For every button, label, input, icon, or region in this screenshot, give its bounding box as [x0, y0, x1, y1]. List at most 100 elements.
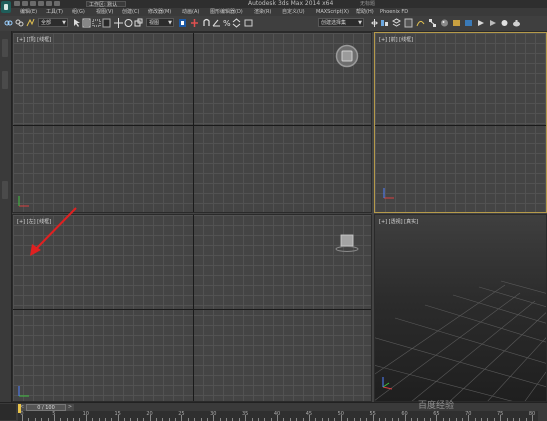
menu-edit[interactable]: 编辑(E) — [20, 8, 37, 16]
viewport-left[interactable]: [+] [左] [线框] — [12, 214, 372, 402]
workspace-dropdown[interactable]: 工作区: 默认 — [86, 1, 126, 8]
layer-manager-icon[interactable] — [392, 18, 401, 28]
bind-space-warp-icon[interactable] — [26, 18, 35, 28]
rendered-frame-window-icon[interactable] — [464, 18, 473, 28]
new-file-icon[interactable] — [14, 1, 20, 6]
mirror-icon[interactable] — [370, 18, 379, 28]
axis-tripod-icon — [381, 185, 397, 205]
render-iterative-icon[interactable] — [488, 18, 497, 28]
unlink-icon[interactable] — [15, 18, 24, 28]
menu-rendering[interactable]: 渲染(R) — [254, 8, 271, 16]
material-editor-icon[interactable] — [440, 18, 449, 28]
grid-axis-horizontal — [375, 125, 546, 126]
viewport-grid — [13, 215, 371, 401]
maxscript-listener-button[interactable] — [0, 404, 16, 420]
select-move-icon[interactable] — [114, 18, 123, 28]
select-object-icon[interactable] — [72, 18, 81, 28]
time-slider[interactable]: 0 / 100 — [26, 404, 66, 411]
named-selection-dropdown[interactable]: 创建选择集 ▼ — [318, 18, 364, 27]
viewport-grid — [13, 33, 371, 212]
main-toolbar: 全部 ▼ 视图 ▼ % 创建选择集 ▼ — [0, 16, 547, 32]
render-setup-icon[interactable] — [452, 18, 461, 28]
link-icon[interactable] — [4, 18, 13, 28]
curve-editor-icon[interactable] — [416, 18, 425, 28]
svg-text:%: % — [223, 19, 231, 28]
watermark: 百度经验 — [418, 401, 455, 411]
project-folder-icon[interactable] — [54, 1, 60, 6]
reference-coord-value: 视图 — [149, 20, 160, 26]
pivot-center-icon[interactable] — [178, 18, 187, 28]
undo-icon[interactable] — [38, 1, 44, 6]
strip-tab[interactable] — [2, 39, 8, 57]
align-icon[interactable] — [380, 18, 389, 28]
chevron-down-icon: ▼ — [62, 20, 66, 26]
spinner-snap-icon[interactable] — [232, 18, 241, 28]
selection-filter-value: 全部 — [41, 20, 52, 26]
viewport-label-perspective[interactable]: [+] [透视] [真实] — [379, 218, 418, 225]
timeline-tick-label: 45 — [305, 411, 313, 417]
3ds-max-window: 工作区: 默认 Autodesk 3ds Max 2014 x64 无标题 编辑… — [0, 0, 547, 421]
select-by-name-icon[interactable] — [82, 18, 91, 28]
timeline-tick-label: 75 — [496, 411, 504, 417]
menu-phoenix-fd[interactable]: Phoenix FD — [380, 8, 408, 16]
edit-named-selection-icon[interactable] — [244, 18, 253, 28]
reference-coord-dropdown[interactable]: 视图 ▼ — [146, 18, 174, 27]
menu-bar: 编辑(E) 工具(T) 组(G) 视图(V) 创建(C) 修改器(M) 动画(A… — [0, 8, 547, 16]
timeline-tick-label: 60 — [401, 411, 408, 417]
rectangular-selection-icon[interactable] — [92, 18, 101, 28]
percent-snap-icon[interactable]: % — [222, 18, 231, 28]
schematic-view-icon[interactable] — [428, 18, 437, 28]
view-cube-icon[interactable] — [335, 231, 359, 253]
axis-tripod-icon — [17, 383, 31, 401]
selection-filter-dropdown[interactable]: 全部 ▼ — [38, 18, 68, 27]
viewport-label-front[interactable]: [+] [前] [线框] — [379, 36, 413, 43]
menu-graph-editors[interactable]: 图形编辑器(D) — [210, 8, 243, 16]
perspective-grid — [375, 280, 546, 401]
select-rotate-icon[interactable] — [124, 18, 133, 28]
redo-icon[interactable] — [46, 1, 52, 6]
viewport-label-left[interactable]: [+] [左] [线框] — [17, 218, 51, 225]
left-command-strip — [0, 31, 12, 405]
menu-views[interactable]: 视图(V) — [96, 8, 113, 16]
view-cube-icon[interactable] — [335, 44, 359, 68]
menu-group[interactable]: 组(G) — [72, 8, 85, 16]
viewport-top[interactable]: [+] [顶] [线框] — [12, 32, 372, 213]
snaps-toggle-icon[interactable] — [202, 18, 211, 28]
strip-tab[interactable] — [2, 181, 8, 199]
save-file-icon[interactable] — [30, 1, 36, 6]
teapot-render-icon[interactable] — [512, 18, 521, 28]
window-title: Autodesk 3ds Max 2014 x64 — [248, 0, 334, 7]
angle-snap-icon[interactable] — [212, 18, 221, 28]
select-scale-icon[interactable] — [134, 18, 143, 28]
menu-customize[interactable]: 自定义(U) — [282, 8, 305, 16]
playhead[interactable] — [18, 404, 21, 413]
graphite-tools-icon[interactable] — [404, 18, 413, 28]
menu-help[interactable]: 帮助(H) — [356, 8, 374, 16]
time-slider-next[interactable]: > — [66, 404, 74, 411]
3ds-max-logo-icon[interactable] — [1, 1, 11, 13]
axis-tripod-icon — [17, 193, 31, 212]
menu-maxscript[interactable]: MAXScript(X) — [316, 8, 349, 16]
open-file-icon[interactable] — [22, 1, 28, 6]
timeline-tick-label: 10 — [82, 411, 89, 417]
chevron-down-icon: ▼ — [168, 20, 172, 26]
menu-modifiers[interactable]: 修改器(M) — [148, 8, 171, 16]
activeshade-icon[interactable] — [500, 18, 509, 28]
menu-tools[interactable]: 工具(T) — [46, 8, 63, 16]
viewport-perspective[interactable]: [+] [透视] [真实] — [374, 214, 547, 402]
timeline-tick-label: 55 — [369, 411, 376, 417]
grid-axis-vertical — [193, 215, 194, 401]
menu-animation[interactable]: 动画(A) — [182, 8, 199, 16]
timeline-tick-label: 35 — [241, 411, 249, 417]
render-production-icon[interactable] — [476, 18, 485, 28]
strip-tab[interactable] — [2, 71, 8, 89]
timeline-tick-label: 15 — [114, 411, 121, 417]
chevron-down-icon: ▼ — [358, 20, 362, 26]
window-crossing-icon[interactable] — [102, 18, 111, 28]
timeline-tick-label: 80 — [528, 411, 536, 417]
viewport-front[interactable]: [+] [前] [线框] — [374, 32, 547, 213]
timeline-tick-label: 25 — [178, 411, 185, 417]
menu-create[interactable]: 创建(C) — [122, 8, 139, 16]
select-manipulate-icon[interactable] — [190, 18, 199, 28]
viewport-label-top[interactable]: [+] [顶] [线框] — [17, 36, 51, 43]
